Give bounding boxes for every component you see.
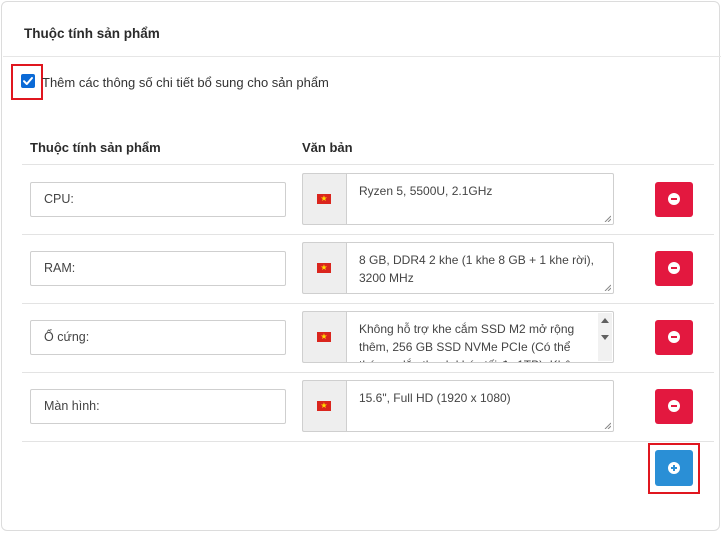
plus-circle-icon — [668, 462, 680, 474]
attribute-value-textarea[interactable]: 15.6", Full HD (1920 x 1080) — [346, 380, 614, 432]
resize-handle-icon[interactable] — [604, 422, 611, 429]
minus-circle-icon — [668, 331, 680, 343]
table-divider — [22, 234, 714, 235]
additional-specs-checkbox[interactable] — [21, 74, 35, 88]
minus-circle-icon — [668, 400, 680, 412]
minus-circle-icon — [668, 262, 680, 274]
attribute-name-input[interactable]: RAM: — [30, 251, 286, 286]
table-row: CPU: ★ Ryzen 5, 5500U, 2.1GHz — [0, 169, 722, 238]
remove-row-button[interactable] — [655, 320, 693, 355]
add-row-button[interactable] — [655, 450, 693, 486]
language-flag-addon: ★ — [302, 173, 346, 225]
table-row: RAM: ★ 8 GB, DDR4 2 khe (1 khe 8 GB + 1 … — [0, 238, 722, 307]
table-row: Màn hình: ★ 15.6", Full HD (1920 x 1080) — [0, 376, 722, 445]
scroll-down-arrow-icon[interactable] — [601, 335, 609, 340]
table-row: Ổ cứng: ★ Không hỗ trợ khe cắm SSD M2 mở… — [0, 307, 722, 376]
remove-row-button[interactable] — [655, 389, 693, 424]
vietnam-flag-icon: ★ — [317, 263, 331, 273]
checkbox-label[interactable]: Thêm các thông số chi tiết bổ sung cho s… — [42, 75, 329, 90]
column-header-text: Văn bản — [302, 140, 353, 155]
attribute-value-textarea[interactable]: 8 GB, DDR4 2 khe (1 khe 8 GB + 1 khe rời… — [346, 242, 614, 294]
resize-handle-icon[interactable] — [604, 215, 611, 222]
attribute-name-input[interactable]: Ổ cứng: — [30, 320, 286, 355]
resize-handle-icon[interactable] — [604, 284, 611, 291]
panel-divider — [3, 56, 721, 57]
attribute-name-input[interactable]: Màn hình: — [30, 389, 286, 424]
textarea-scrollbar[interactable] — [598, 313, 612, 361]
column-header-attribute: Thuộc tính sản phẩm — [30, 140, 161, 155]
vietnam-flag-icon: ★ — [317, 401, 331, 411]
table-divider — [22, 303, 714, 304]
checkmark-icon — [23, 77, 33, 85]
panel-title: Thuộc tính sản phẩm — [24, 26, 160, 41]
scroll-up-arrow-icon[interactable] — [601, 318, 609, 323]
minus-circle-icon — [668, 193, 680, 205]
table-divider — [22, 372, 714, 373]
vietnam-flag-icon: ★ — [317, 332, 331, 342]
language-flag-addon: ★ — [302, 242, 346, 294]
attribute-name-input[interactable]: CPU: — [30, 182, 286, 217]
attribute-value-text: Ryzen 5, 5500U, 2.1GHz — [359, 184, 493, 198]
remove-row-button[interactable] — [655, 251, 693, 286]
table-divider — [22, 441, 714, 442]
table-divider — [22, 164, 714, 165]
remove-row-button[interactable] — [655, 182, 693, 217]
attribute-value-textarea[interactable]: Không hỗ trợ khe cắm SSD M2 mở rộng thêm… — [346, 311, 614, 363]
attribute-value-text: 8 GB, DDR4 2 khe (1 khe 8 GB + 1 khe rời… — [359, 253, 594, 285]
language-flag-addon: ★ — [302, 311, 346, 363]
language-flag-addon: ★ — [302, 380, 346, 432]
vietnam-flag-icon: ★ — [317, 194, 331, 204]
attribute-value-textarea[interactable]: Ryzen 5, 5500U, 2.1GHz — [346, 173, 614, 225]
attribute-value-text: Không hỗ trợ khe cắm SSD M2 mở rộng thêm… — [359, 322, 584, 362]
attribute-value-text: 15.6", Full HD (1920 x 1080) — [359, 391, 511, 405]
